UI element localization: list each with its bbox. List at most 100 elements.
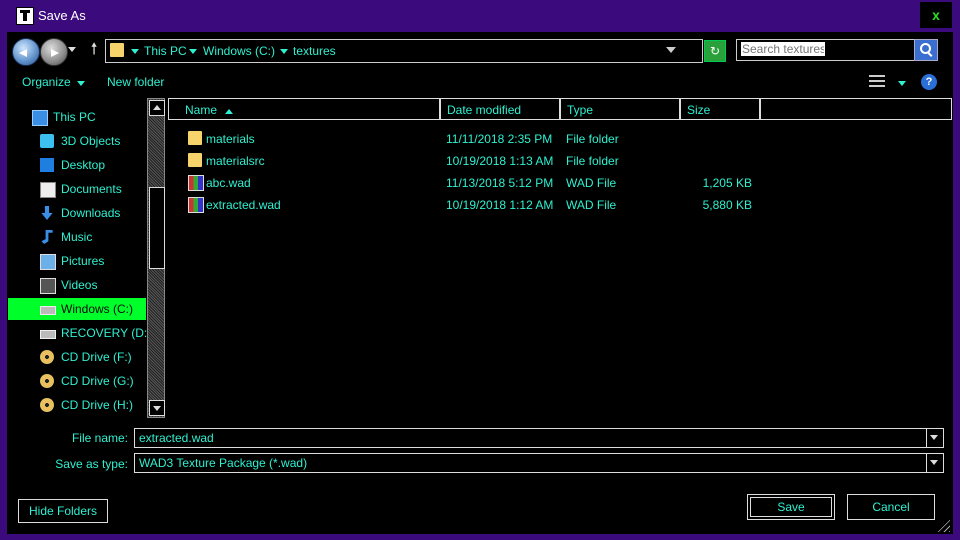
filename-field[interactable] [134, 428, 944, 448]
drive-icon [40, 306, 56, 315]
file-type: File folder [566, 132, 619, 146]
scroll-up-icon[interactable] [149, 100, 165, 116]
file-row[interactable]: abc.wad 11/13/2018 5:12 PM WAD File 1,205 K… [168, 172, 952, 194]
sidebar-item-label: Downloads [61, 206, 121, 220]
search-icon[interactable] [914, 39, 938, 61]
file-date: 11/11/2018 2:35 PM [446, 132, 553, 146]
sidebar-item[interactable]: RECOVERY (D:) [8, 322, 151, 344]
sidebar-item-label: CD Drive (H:) [61, 398, 133, 412]
forward-arrow-icon [51, 49, 59, 57]
window-title: Save As [38, 8, 86, 23]
file-row[interactable]: materialsrc 10/19/2018 1:13 AM File folder [168, 150, 952, 172]
sidebar-item[interactable]: CD Drive (F:) [8, 346, 146, 368]
hide-folders-button[interactable]: Hide Folders [18, 499, 108, 523]
search-input[interactable] [741, 42, 825, 56]
file-row[interactable]: materials 11/11/2018 2:35 PM File folder [168, 128, 952, 150]
sidebar-item[interactable]: Windows (C:) [8, 298, 146, 320]
address-bar[interactable]: This PC Windows (C:) textures [105, 39, 703, 63]
column-header-size[interactable]: Size [680, 98, 760, 120]
close-button[interactable]: x [920, 2, 952, 28]
refresh-button[interactable]: ↻ [704, 40, 726, 62]
new-folder-button[interactable]: New folder [107, 75, 164, 89]
scroll-down-icon[interactable] [149, 400, 165, 416]
sidebar-item[interactable]: CD Drive (G:) [8, 370, 146, 392]
breadcrumb-this-pc[interactable]: This PC [144, 44, 187, 58]
filename-dropdown-icon[interactable] [926, 429, 943, 447]
savetype-dropdown-icon[interactable] [926, 454, 943, 472]
sidebar-item-label: Pictures [61, 254, 105, 268]
sidebar-item[interactable]: 3D Objects [8, 130, 146, 152]
sidebar-item-label: CD Drive (F:) [61, 350, 132, 364]
file-type: File folder [566, 154, 619, 168]
savetype-value: WAD3 Texture Package (*.wad) [139, 456, 308, 470]
sort-ascending-icon [225, 109, 233, 114]
computer-icon [32, 110, 48, 126]
up-folder-button[interactable]: 🠕 [86, 41, 102, 59]
save-button[interactable]: Save [747, 494, 835, 520]
navigation-pane: This PC 3D Objects Desktop Documents Downloa… [8, 98, 151, 416]
nav-scrollbar[interactable] [147, 98, 165, 418]
app-icon [16, 7, 34, 25]
column-header-name[interactable]: Name [168, 98, 440, 120]
file-date: 10/19/2018 1:12 AM [446, 198, 554, 212]
back-button[interactable] [12, 38, 40, 66]
folder-icon [188, 153, 202, 167]
sidebar-item-label: Windows (C:) [61, 302, 134, 316]
sidebar-item[interactable]: Desktop [8, 154, 146, 176]
file-type: WAD File [566, 198, 617, 212]
sidebar-item[interactable]: Downloads [8, 202, 146, 224]
chevron-down-icon[interactable] [189, 49, 197, 54]
title-bar: Save As x [0, 0, 960, 32]
column-header-label: Date modified [447, 103, 522, 117]
sidebar-item[interactable]: CD Drive (H:) [8, 394, 146, 416]
sidebar-item[interactable]: Documents [8, 178, 146, 200]
sidebar-item-label: This PC [53, 110, 96, 124]
folder-icon [110, 43, 124, 57]
savetype-label: Save as type: [55, 457, 128, 471]
file-name: abc.wad [206, 176, 251, 190]
address-dropdown-icon[interactable] [666, 47, 676, 53]
chevron-down-icon[interactable] [280, 49, 288, 54]
file-row[interactable]: extracted.wad 10/19/2018 1:12 AM WAD File 5… [168, 194, 952, 216]
file-date: 10/19/2018 1:13 AM [446, 154, 554, 168]
sidebar-item[interactable]: Pictures [8, 250, 146, 272]
cancel-button[interactable]: Cancel [847, 494, 935, 520]
chevron-down-icon[interactable] [77, 81, 85, 86]
column-header-label: Size [687, 103, 711, 117]
file-name: materialsrc [206, 154, 265, 168]
drive-icon [40, 330, 56, 339]
file-name: extracted.wad [206, 198, 281, 212]
chevron-down-icon[interactable] [898, 81, 906, 86]
savetype-select[interactable]: WAD3 Texture Package (*.wad) [134, 453, 944, 473]
sidebar-item[interactable]: This PC [8, 106, 146, 128]
documents-icon [40, 182, 56, 198]
filename-label: File name: [71, 431, 128, 445]
column-header-label: Type [567, 103, 594, 117]
column-header-type[interactable]: Type [560, 98, 680, 120]
file-size: 1,205 KB [702, 176, 752, 190]
cd-drive-icon [40, 350, 54, 364]
recent-locations-dropdown-icon[interactable] [68, 47, 76, 52]
sidebar-item[interactable]: Music [8, 226, 146, 248]
pictures-icon [40, 254, 56, 270]
forward-button[interactable] [40, 38, 68, 66]
help-button[interactable]: ? [921, 74, 937, 90]
breadcrumb-textures[interactable]: textures [293, 44, 336, 58]
wad-file-icon [188, 197, 204, 213]
breadcrumb-windows-c[interactable]: Windows (C:) [203, 44, 275, 58]
sidebar-item-label: Desktop [61, 158, 106, 172]
wad-file-icon [188, 175, 204, 191]
sidebar-item-label: Videos [61, 278, 98, 292]
scroll-thumb[interactable] [149, 187, 165, 269]
cd-drive-icon [40, 374, 54, 388]
sidebar-item[interactable]: Videos [8, 274, 146, 296]
chevron-down-icon[interactable] [131, 49, 139, 54]
column-header-date[interactable]: Date modified [440, 98, 560, 120]
search-box[interactable] [736, 39, 916, 61]
view-options-icon[interactable] [869, 75, 885, 87]
filename-input[interactable] [139, 431, 919, 445]
file-size: 5,880 KB [702, 198, 752, 212]
music-icon [41, 230, 53, 244]
organize-button[interactable]: Organize [22, 75, 71, 89]
desktop-icon [40, 158, 54, 172]
